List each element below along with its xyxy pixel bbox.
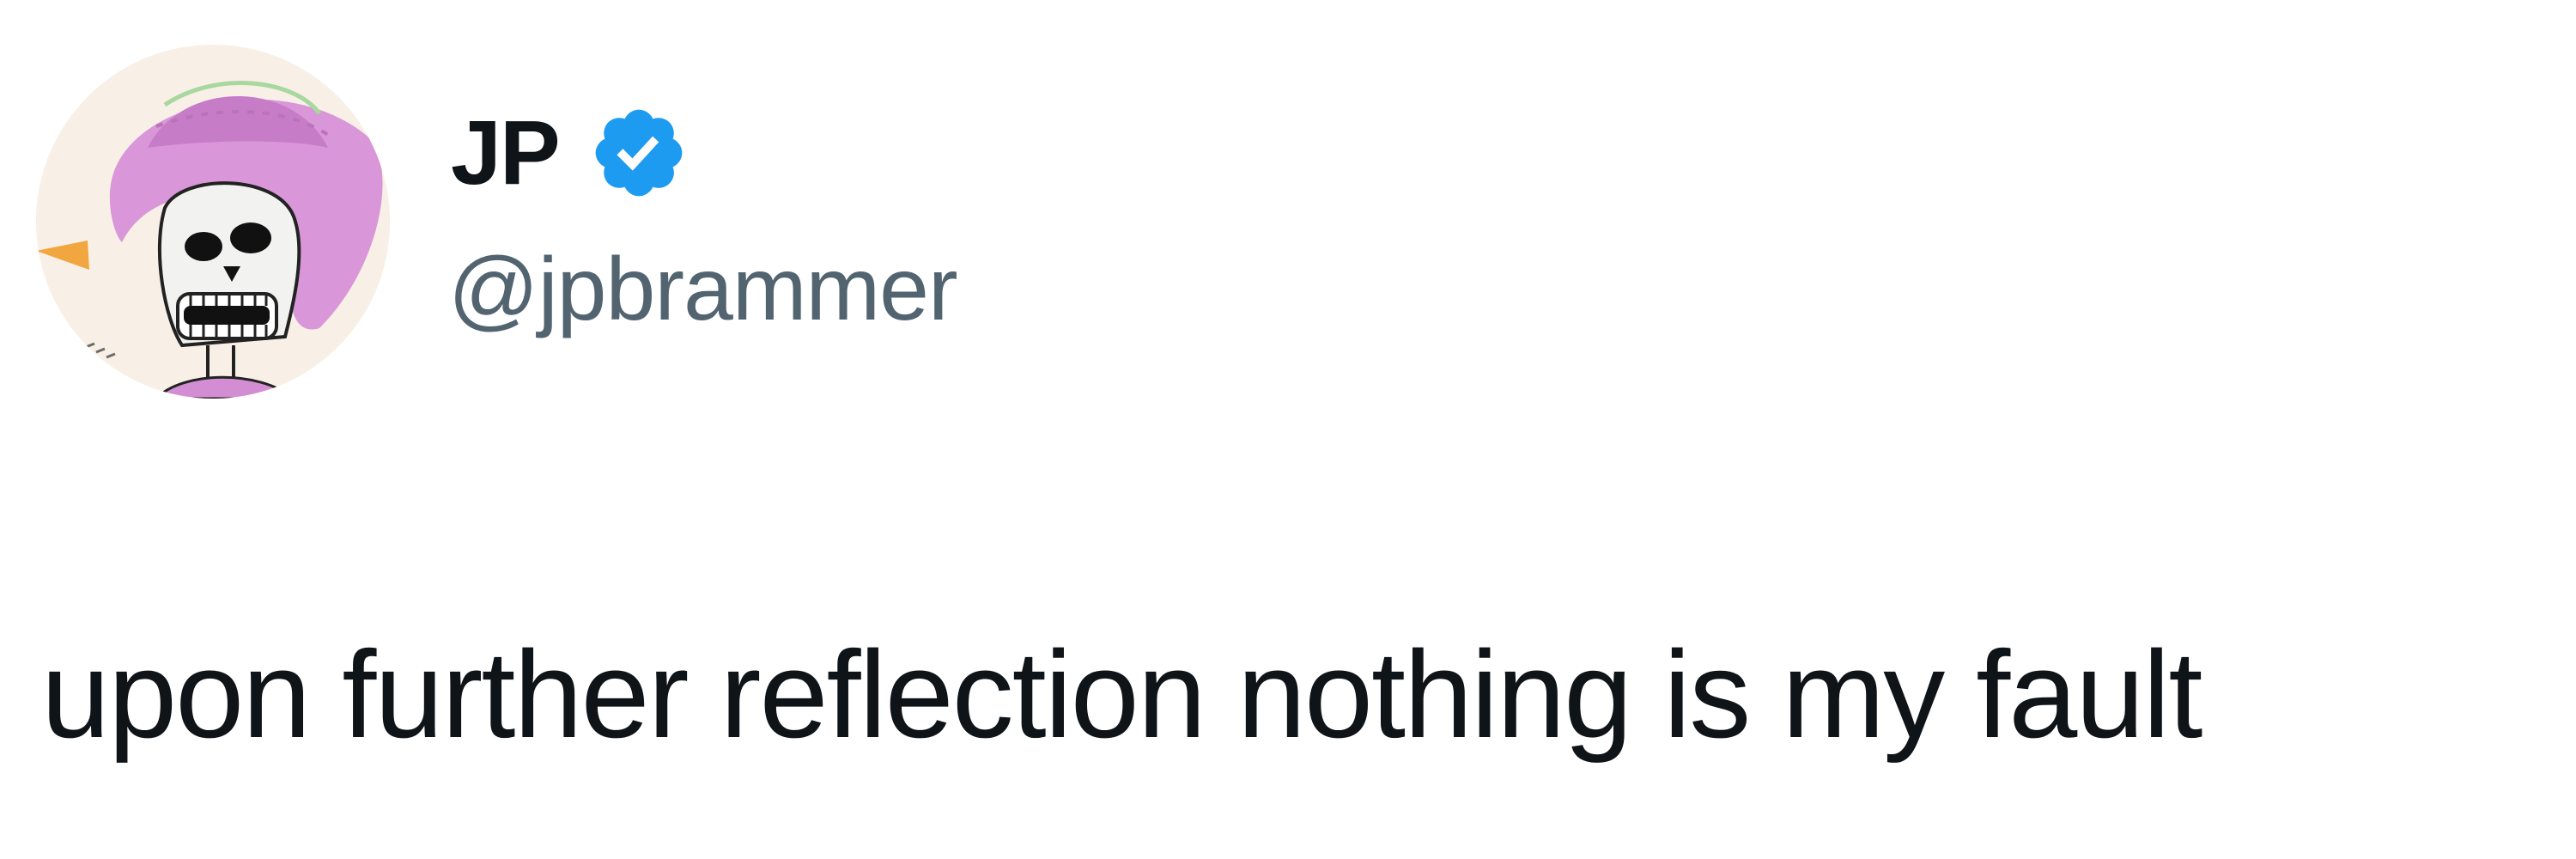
verified-badge-icon[interactable] bbox=[588, 102, 690, 204]
tweet-card: JP @jpbrammer upon further reflection no… bbox=[0, 0, 2576, 859]
avatar[interactable] bbox=[36, 45, 390, 399]
skeleton-sombrero-avatar-icon bbox=[36, 45, 390, 399]
author-name-row: JP bbox=[451, 101, 690, 204]
author-handle[interactable]: @jpbrammer bbox=[448, 241, 958, 339]
display-name[interactable]: JP bbox=[451, 107, 561, 198]
tweet-text: upon further reflection nothing is my fa… bbox=[41, 625, 2202, 764]
